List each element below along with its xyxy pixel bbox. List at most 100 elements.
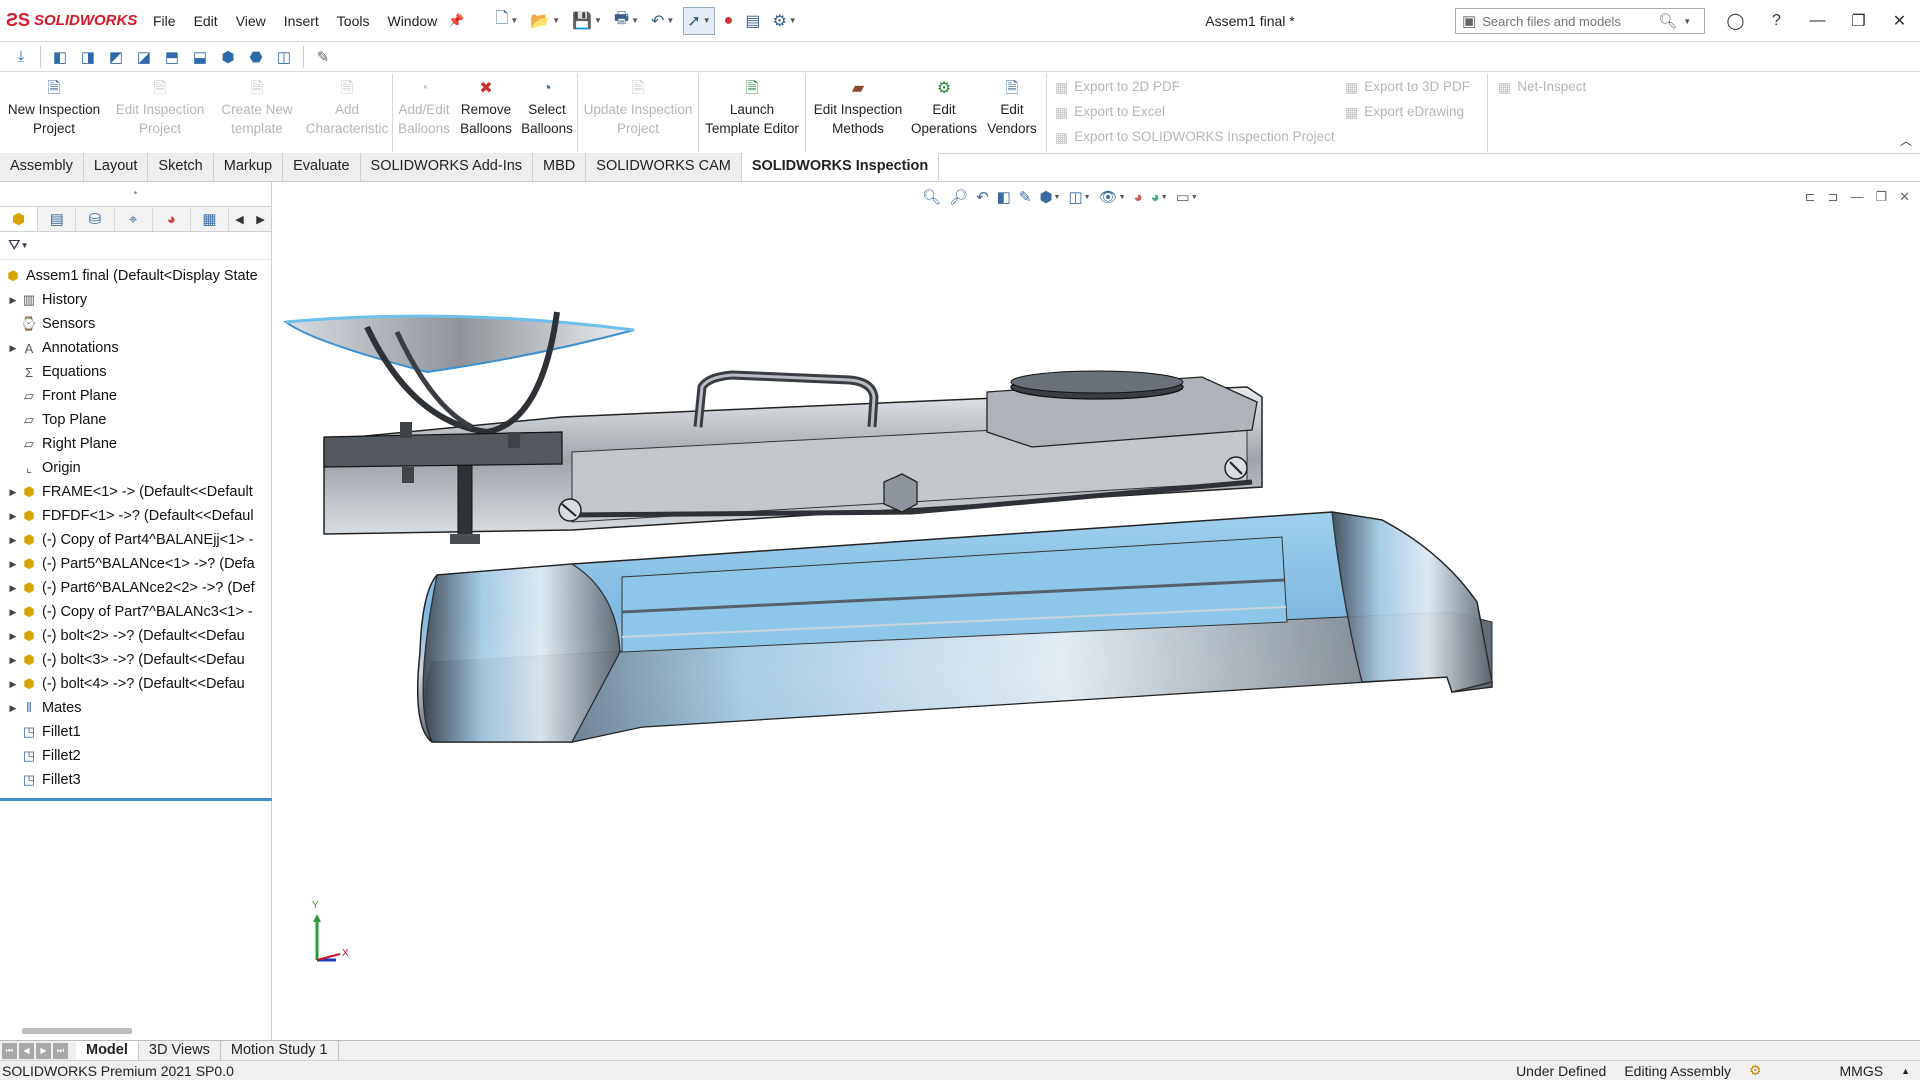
edit-operations-button[interactable]: ⚙ Edit Operations <box>910 72 978 153</box>
search-scope-icon[interactable]: ▣ <box>1462 12 1476 30</box>
export-excel-button[interactable]: ▦ Export to Excel <box>1055 103 1345 121</box>
expand-arrow-icon[interactable]: ▶ <box>6 343 20 354</box>
tab-model[interactable]: Model <box>76 1040 139 1061</box>
expand-arrow-icon[interactable]: ▶ <box>6 511 20 522</box>
tab-3d-views[interactable]: 3D Views <box>139 1040 221 1061</box>
expand-arrow-icon[interactable]: ▶ <box>6 703 20 714</box>
chevron-right-icon[interactable]: ▶ <box>250 213 271 226</box>
balance-scale-model[interactable] <box>272 182 1920 1040</box>
view-dimetric-icon[interactable]: ⬣ <box>245 46 267 68</box>
print-button[interactable]: 🖶 ▼ <box>611 7 642 35</box>
view-iso-icon[interactable]: ⬢ <box>217 46 239 68</box>
export-inspection-project-button[interactable]: ▦ Export to SOLIDWORKS Inspection Project <box>1055 128 1345 146</box>
minimize-button[interactable]: — <box>1797 12 1838 30</box>
tree-item[interactable]: ▱ Front Plane <box>0 384 271 408</box>
property-manager-tab-icon[interactable]: ▤ <box>38 207 77 231</box>
tab-mbd[interactable]: MBD <box>533 153 587 181</box>
tab-layout[interactable]: Layout <box>83 153 149 181</box>
export-3d-pdf-button[interactable]: ▦ Export to 3D PDF <box>1345 78 1487 96</box>
expand-arrow-icon[interactable]: ▶ <box>6 559 20 570</box>
expand-arrow-icon[interactable]: ▶ <box>6 295 20 306</box>
options-button[interactable]: ⚙ ▼ <box>769 7 799 35</box>
tree-rollback-bar[interactable] <box>0 798 272 801</box>
add-edit-balloons-button[interactable]: ◔ Add/Edit Balloons <box>393 72 455 153</box>
expand-arrow-icon[interactable]: ▶ <box>6 607 20 618</box>
tree-item[interactable]: ◳ Fillet3 <box>0 768 271 792</box>
view-top-icon[interactable]: ⬒ <box>161 46 183 68</box>
expand-arrow-icon[interactable]: ▶ <box>6 655 20 666</box>
tree-item[interactable]: Σ Equations <box>0 360 271 384</box>
chevron-left-icon[interactable]: ◀ <box>229 213 250 226</box>
display-manager-tab-icon[interactable]: ◕ <box>153 207 191 231</box>
remove-balloons-button[interactable]: ✖ Remove Balloons <box>455 72 517 153</box>
launch-template-editor-button[interactable]: 🗎 Launch Template Editor <box>699 72 805 153</box>
sketch-pencil-icon[interactable]: ✎ <box>312 46 334 68</box>
solidworks-logo[interactable]: ƧS SOLIDWORKS <box>0 10 140 31</box>
tree-item[interactable]: ⌞ Origin <box>0 456 271 480</box>
cam-tab-icon[interactable]: ▦ <box>191 207 230 231</box>
menu-tools[interactable]: Tools <box>328 0 379 42</box>
view-back-icon[interactable]: ◨ <box>77 46 99 68</box>
export-edrawing-button[interactable]: ▦ Export eDrawing <box>1345 103 1487 121</box>
view-left-icon[interactable]: ◩ <box>105 46 127 68</box>
tab-solidworks-cam[interactable]: SOLIDWORKS CAM <box>586 153 742 181</box>
tree-root-assembly[interactable]: ⬢ Assem1 final (Default<Display State <box>0 264 271 288</box>
next-tab-icon[interactable]: ▶ <box>36 1042 51 1059</box>
tree-item[interactable]: ▱ Top Plane <box>0 408 271 432</box>
search-input[interactable] <box>1482 13 1653 29</box>
tree-item[interactable]: ▶ ⫴ Mates <box>0 696 271 720</box>
menu-window[interactable]: Window <box>378 0 446 42</box>
orient-icon[interactable]: ⤓ <box>10 46 32 68</box>
tree-item[interactable]: ▶ ⬢ (-) bolt<4> ->? (Default<<Defau <box>0 672 271 696</box>
tree-item[interactable]: ▶ ⬢ FDFDF<1> ->? (Default<<Defaul <box>0 504 271 528</box>
net-inspect-button[interactable]: ▦ Net-Inspect <box>1498 78 1638 96</box>
tab-sketch[interactable]: Sketch <box>148 153 214 181</box>
view-front-icon[interactable]: ◧ <box>49 46 71 68</box>
collapse-ribbon-icon[interactable]: ︿ <box>1900 132 1912 149</box>
expand-arrow-icon[interactable]: ▶ <box>6 631 20 642</box>
new-document-button[interactable]: 🗋 ▼ <box>492 7 521 35</box>
unit-system[interactable]: MMGS <box>1840 1063 1884 1079</box>
tree-item[interactable]: ▶ ⬢ (-) bolt<2> ->? (Default<<Defau <box>0 624 271 648</box>
tree-item[interactable]: ▱ Right Plane <box>0 432 271 456</box>
expand-arrow-icon[interactable]: ▶ <box>6 583 20 594</box>
tree-item[interactable]: ▶ ⬢ (-) Copy of Part7^BALANc3<1> - <box>0 600 271 624</box>
new-inspection-project-button[interactable]: 🗎 New Inspection Project <box>0 72 108 153</box>
tree-item[interactable]: ▶ ⬢ (-) Part5^BALANce<1> ->? (Defa <box>0 552 271 576</box>
tab-markup[interactable]: Markup <box>213 153 284 181</box>
tree-item[interactable]: ⌚ Sensors <box>0 312 271 336</box>
menu-insert[interactable]: Insert <box>275 0 328 42</box>
edit-inspection-methods-button[interactable]: ▰ Edit Inspection Methods <box>806 72 910 153</box>
tree-item[interactable]: ◳ Fillet2 <box>0 744 271 768</box>
tab-assembly[interactable]: Assembly <box>0 153 84 181</box>
panel-grip[interactable]: • <box>0 182 271 206</box>
search-box[interactable]: ▣ 🔍︎ ▼ <box>1455 8 1705 34</box>
edit-inspection-project-button[interactable]: 🗎 Edit Inspection Project <box>108 72 212 153</box>
dimxpert-tab-icon[interactable]: ⌖ <box>115 207 153 231</box>
horizontal-scrollbar[interactable] <box>22 1028 132 1034</box>
undo-button[interactable]: ↶ ▼ <box>648 7 677 35</box>
view-bottom-icon[interactable]: ⬓ <box>189 46 211 68</box>
tree-item[interactable]: ▶ A Annotations <box>0 336 271 360</box>
expand-arrow-icon[interactable]: ▶ <box>6 535 20 546</box>
last-tab-icon[interactable]: ⏭ <box>53 1042 68 1059</box>
help-icon[interactable]: ? <box>1756 12 1797 30</box>
configuration-manager-tab-icon[interactable]: ⛁ <box>76 207 115 231</box>
file-properties-button[interactable]: ▤ <box>742 7 763 35</box>
search-icon[interactable]: 🔍︎ <box>1658 12 1677 30</box>
select-button[interactable]: ➚ ▼ <box>683 6 715 35</box>
select-balloons-button[interactable]: ◔ Select Balloons <box>517 72 577 153</box>
menu-file[interactable]: File <box>144 0 185 42</box>
feature-manager-tab-icon[interactable]: ⬢ <box>0 207 39 231</box>
tree-item[interactable]: ◳ Fillet1 <box>0 720 271 744</box>
filter-icon[interactable]: ⛛ ▼ <box>0 232 271 260</box>
menu-view[interactable]: View <box>227 0 275 42</box>
add-characteristic-button[interactable]: 🗎 Add Characteristic <box>302 72 392 153</box>
tree-item[interactable]: ▶ ⬢ (-) Copy of Part4^BALANEjj<1> - <box>0 528 271 552</box>
edit-vendors-button[interactable]: 🗎 Edit Vendors <box>978 72 1046 153</box>
graphics-viewport[interactable]: 🔍︎ 🔎︎ ↶ ◧ ✎ ⬢ ▼ ◫ ▼ 👁︎ ▼ ◕ ◕ ▼ ▭ ▼ ⊏ ⊐ — ❐ ✕ <box>272 182 1920 1040</box>
previous-tab-icon[interactable]: ◀ <box>19 1042 34 1059</box>
chevron-down-icon[interactable]: ▼ <box>1683 17 1691 26</box>
chevron-up-icon[interactable]: ▲ <box>1901 1066 1910 1076</box>
pin-icon[interactable]: 📌 <box>448 0 464 42</box>
